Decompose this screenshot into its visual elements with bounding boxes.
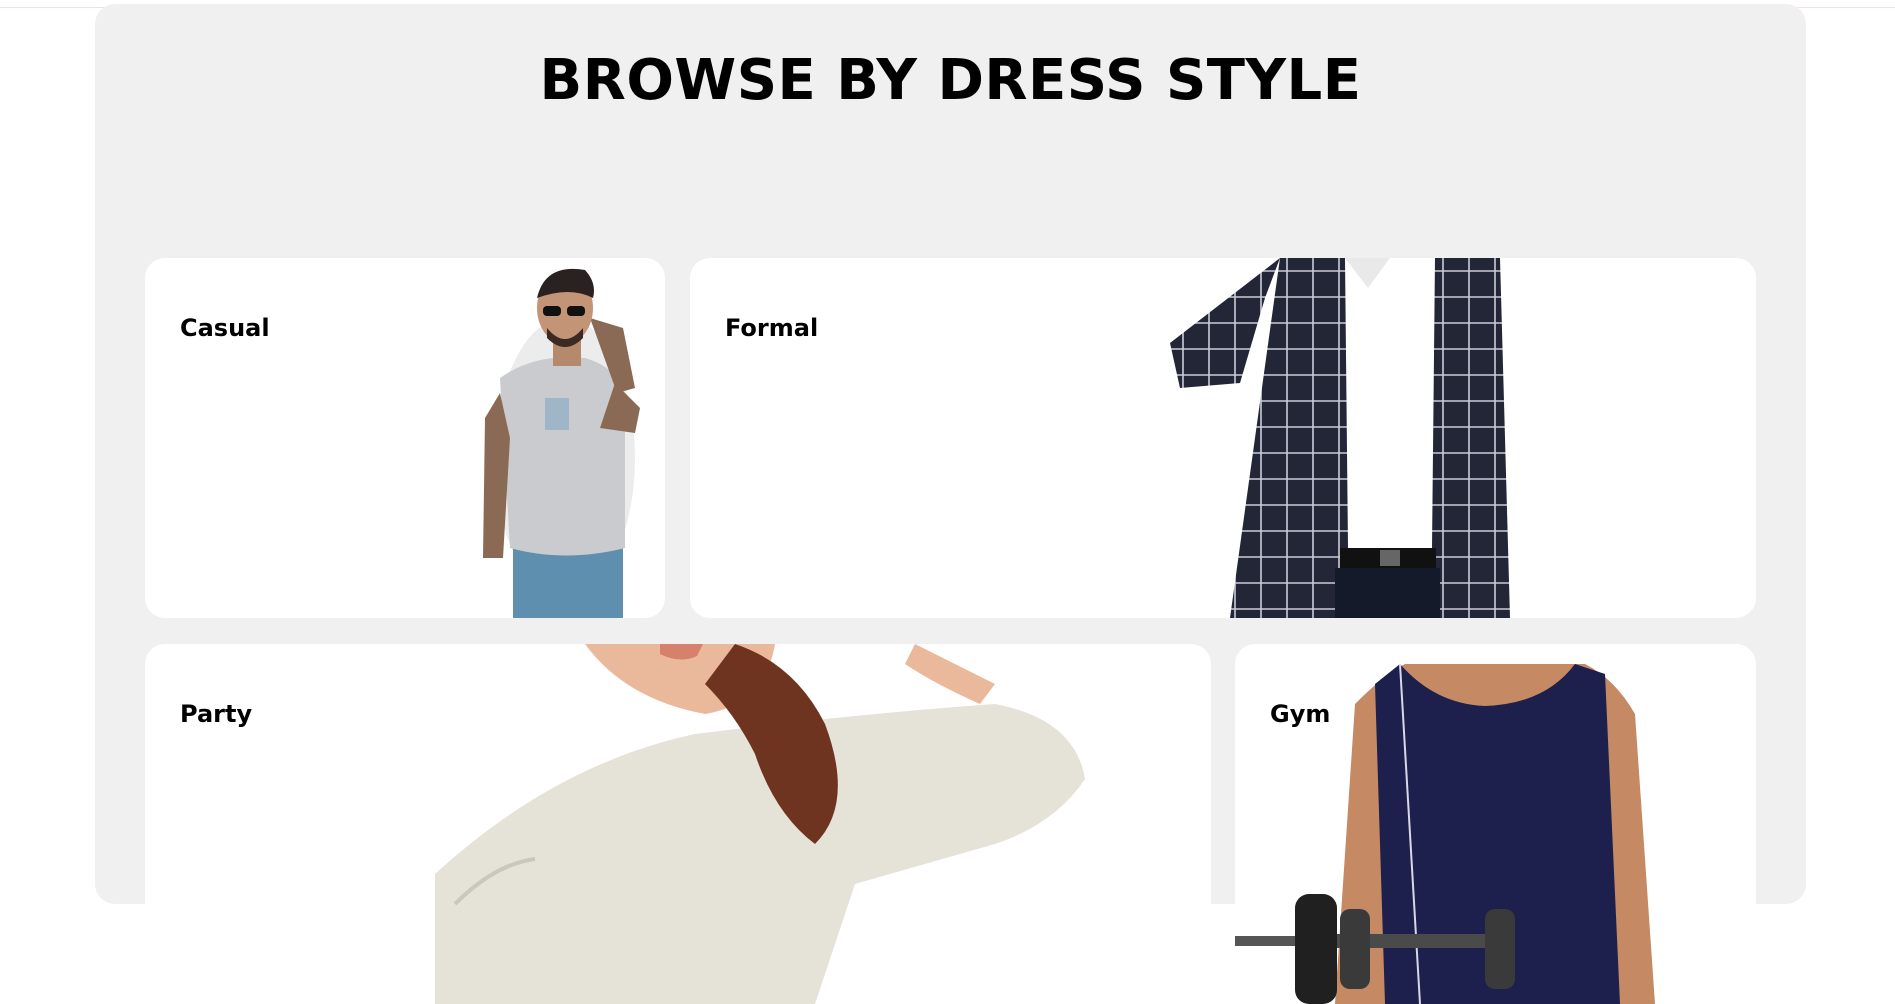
gym-model-image bbox=[1235, 644, 1696, 1004]
style-card-label: Casual bbox=[180, 314, 270, 342]
style-card-gym[interactable]: Gym bbox=[1235, 644, 1756, 1004]
style-card-label: Formal bbox=[725, 314, 819, 342]
style-card-label: Gym bbox=[1270, 700, 1331, 728]
style-card-formal[interactable]: Formal bbox=[690, 258, 1756, 618]
style-card-label: Party bbox=[180, 700, 253, 728]
section-title: BROWSE BY DRESS STYLE bbox=[539, 48, 1362, 113]
style-card-party[interactable]: Party bbox=[145, 644, 1211, 1004]
casual-model-image bbox=[385, 258, 665, 618]
party-model-image bbox=[435, 644, 1111, 1004]
style-card-casual[interactable]: Casual bbox=[145, 258, 665, 618]
formal-model-image bbox=[1170, 258, 1596, 618]
dress-style-section: BROWSE BY DRESS STYLE Casual Formal Part… bbox=[95, 4, 1806, 1004]
